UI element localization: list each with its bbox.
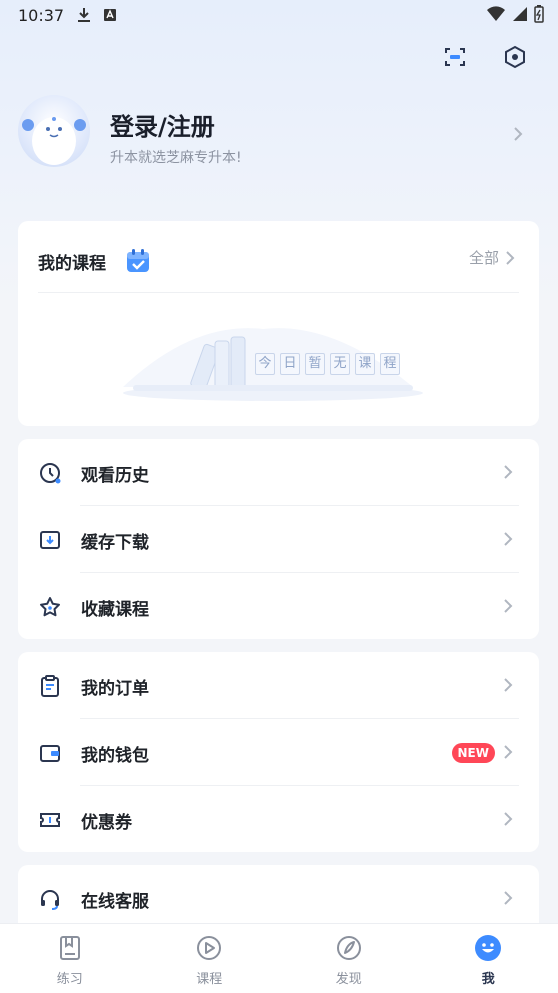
tab-discover[interactable]: 发现: [279, 924, 419, 993]
tab-label: 我: [419, 968, 558, 987]
clock-icon: [38, 461, 62, 485]
tab-practice[interactable]: 练习: [0, 924, 140, 993]
empty-char: 日: [280, 353, 300, 375]
menu-label: 我的钱包: [81, 741, 149, 766]
chevron-right-icon: [503, 464, 513, 480]
menu-group-account: 我的订单 我的钱包 NEW 优惠券: [18, 652, 539, 852]
chevron-right-icon: [503, 598, 513, 614]
status-left-icons: [76, 6, 118, 24]
view-all-label: 全部: [469, 247, 499, 268]
download-status-icon: [76, 6, 92, 24]
play-icon: [195, 934, 223, 962]
empty-courses-text: 今 日 暂 无 课 程: [255, 353, 400, 375]
menu-item-coupons[interactable]: 优惠券: [18, 786, 539, 853]
settings-button[interactable]: [500, 42, 530, 72]
menu-label: 在线客服: [81, 887, 149, 912]
new-badge: NEW: [452, 743, 495, 763]
book-icon: [56, 934, 84, 962]
profile-subtitle: 升本就选芝麻专升本!: [110, 147, 242, 167]
menu-label: 缓存下载: [81, 528, 149, 553]
empty-char: 暂: [305, 353, 325, 375]
menu-label: 优惠券: [81, 808, 132, 833]
my-courses-title: 我的课程: [38, 249, 106, 274]
menu-label: 观看历史: [81, 461, 149, 486]
mascot-avatar-icon: [18, 95, 90, 167]
settings-icon: [503, 45, 527, 69]
scan-icon: [443, 45, 467, 69]
tab-courses[interactable]: 课程: [140, 924, 280, 993]
menu-item-my-wallet[interactable]: 我的钱包 NEW: [18, 719, 539, 786]
chevron-right-icon: [503, 811, 513, 827]
wifi-icon: [486, 6, 506, 22]
headset-icon: [38, 887, 62, 911]
chevron-right-icon: [503, 890, 513, 906]
smile-icon: [474, 934, 502, 962]
menu-label: 收藏课程: [81, 595, 149, 620]
status-time: 10:37: [18, 6, 64, 25]
menu-group-learning: 观看历史 缓存下载 收藏课程: [18, 439, 539, 639]
empty-char: 今: [255, 353, 275, 375]
chevron-right-icon: [512, 125, 524, 143]
tab-me[interactable]: 我: [419, 924, 558, 993]
menu-label: 我的订单: [81, 674, 149, 699]
wallet-icon: [38, 741, 62, 765]
tab-label: 课程: [140, 968, 280, 987]
profile-login-row[interactable]: 登录/注册 升本就选芝麻专升本!: [18, 95, 538, 175]
tab-label: 练习: [0, 968, 140, 987]
tab-label: 发现: [279, 968, 419, 987]
status-bar: 10:37: [0, 0, 558, 32]
empty-char: 程: [380, 353, 400, 375]
battery-icon: [534, 5, 544, 23]
empty-char: 无: [330, 353, 350, 375]
login-register-title[interactable]: 登录/注册: [110, 107, 215, 142]
chevron-right-icon: [503, 744, 513, 760]
bottom-tab-bar: 练习 课程 发现 我: [0, 923, 558, 993]
menu-item-cache-download[interactable]: 缓存下载: [18, 506, 539, 573]
download-icon: [38, 528, 62, 552]
status-right-icons: [486, 5, 544, 23]
empty-char: 课: [355, 353, 375, 375]
menu-item-online-service[interactable]: 在线客服: [18, 865, 539, 932]
keyboard-status-icon: [102, 6, 118, 24]
menu-item-watch-history[interactable]: 观看历史: [18, 439, 539, 506]
chevron-right-icon: [503, 531, 513, 547]
coupon-icon: [38, 808, 62, 832]
star-icon: [38, 595, 62, 619]
clipboard-icon: [38, 674, 62, 698]
signal-icon: [512, 6, 528, 22]
chevron-right-icon: [503, 677, 513, 693]
compass-icon: [335, 934, 363, 962]
menu-item-my-orders[interactable]: 我的订单: [18, 652, 539, 719]
avatar[interactable]: [18, 95, 90, 167]
my-courses-card: 我的课程 全部 今 日 暂 无 课 程: [18, 221, 539, 426]
scan-button[interactable]: [440, 42, 470, 72]
chevron-right-icon: [505, 250, 515, 266]
view-all-courses-link[interactable]: 全部: [469, 247, 515, 268]
menu-item-favorite-courses[interactable]: 收藏课程: [18, 573, 539, 640]
divider: [38, 292, 519, 293]
calendar-check-icon: [125, 248, 151, 274]
